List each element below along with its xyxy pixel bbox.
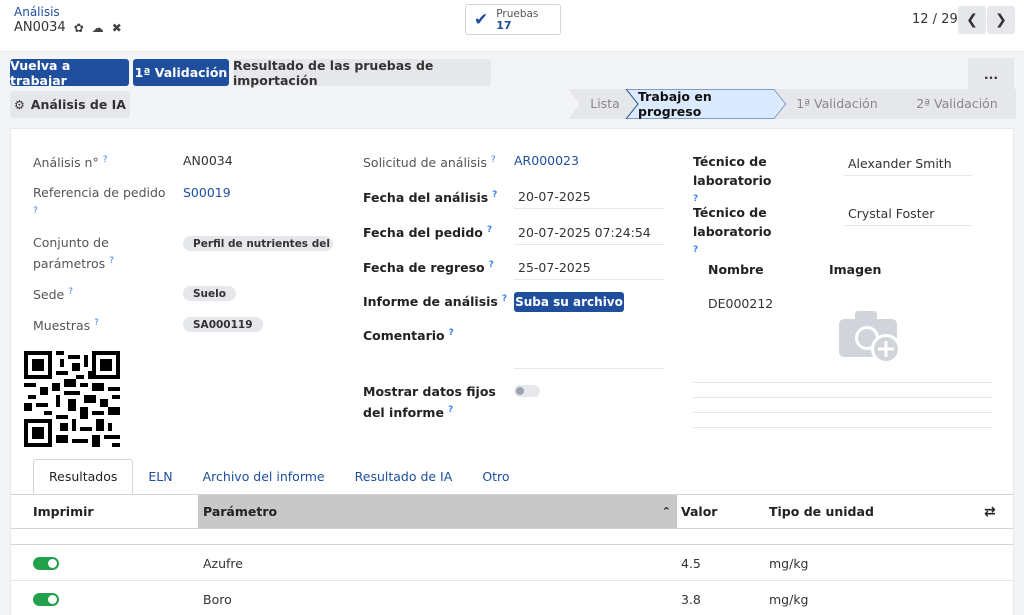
device-line-2 — [693, 397, 993, 398]
sort-up-icon: ⌃ — [661, 505, 671, 518]
fixed-data-label: Mostrar datos fijos del informe? — [363, 384, 496, 421]
results-table-header: Imprimir Parámetro ⌃ Valor Tipo de unida… — [11, 494, 1013, 529]
tech2-underline — [844, 225, 972, 226]
analysis-no-value: AN0034 — [183, 153, 233, 168]
order-ref-link[interactable]: S00019 — [183, 185, 231, 200]
analysis-date-input[interactable]: 20-07-2025 — [518, 189, 591, 204]
tab-other[interactable]: Otro — [467, 459, 524, 494]
tech1-value[interactable]: Alexander Smith — [848, 156, 952, 171]
tech2-label: Técnico de laboratorio? — [693, 205, 772, 255]
camera-add-icon[interactable] — [837, 307, 905, 365]
table-row[interactable]: Boro 3.8 mg/kg — [11, 581, 1013, 615]
return-date-label: Fecha de regreso? — [363, 260, 494, 276]
order-ref-label: Referencia de pedido? — [33, 185, 166, 216]
device-name-header: Nombre — [708, 262, 764, 277]
pager-next-button[interactable]: ❯ — [987, 6, 1015, 34]
row-value[interactable]: 3.8 — [681, 581, 701, 615]
upload-file-button[interactable]: Suba su archivo — [514, 292, 624, 312]
tab-ai-result[interactable]: Resultado de IA — [340, 459, 468, 494]
device-line-3 — [693, 412, 993, 413]
table-row[interactable]: Azufre 4.5 mg/kg — [11, 545, 1013, 581]
analysis-date-underline — [514, 208, 664, 209]
site-label: Sede? — [33, 287, 74, 303]
smart-button-text: Pruebas 17 — [496, 8, 538, 32]
more-button[interactable]: ... — [968, 58, 1014, 90]
chevron-right-icon: ❯ — [995, 12, 1007, 28]
order-date-label: Fecha del pedido? — [363, 225, 493, 241]
smart-button-count: 17 — [496, 18, 512, 32]
breadcrumb-app[interactable]: Análisis — [14, 5, 60, 19]
first-validation-button[interactable]: 1ª Validación — [133, 59, 229, 86]
control-panel: Análisis AN0034 ✿ ☁ ✖ ✔ Pruebas 17 12 / … — [0, 0, 1024, 52]
stage-first-validation[interactable]: 1ª Validación — [786, 89, 888, 118]
stage-second-validation[interactable]: 2ª Validación — [897, 89, 1017, 118]
device-line-4 — [693, 427, 993, 428]
device-image-header: Imagen — [829, 262, 882, 277]
record-name: AN0034 — [14, 20, 66, 35]
device-code[interactable]: DE000212 — [708, 296, 773, 311]
request-label: Solicitud de análisis? — [363, 155, 496, 171]
row-parameter: Boro — [203, 591, 232, 607]
tab-report-file[interactable]: Archivo del informe — [188, 459, 340, 494]
chevron-left-icon: ❮ — [966, 12, 978, 28]
return-date-input[interactable]: 25-07-2025 — [518, 260, 591, 275]
row-value[interactable]: 4.5 — [681, 545, 701, 581]
analysis-date-label: Fecha del análisis? — [363, 190, 498, 206]
param-set-tag[interactable]: Perfil de nutrientes del ... — [183, 236, 333, 251]
col-parameter-label: Parámetro — [203, 504, 278, 519]
row-parameter: Azufre — [203, 555, 243, 571]
col-print[interactable]: Imprimir — [33, 495, 94, 528]
print-toggle[interactable] — [33, 593, 59, 606]
row-unit: mg/kg — [769, 591, 809, 607]
stage-lista[interactable]: Lista — [580, 89, 630, 118]
samples-tag[interactable]: SA000119 — [183, 317, 263, 332]
ai-analysis-button[interactable]: ⚙ Análisis de IA — [10, 91, 130, 118]
breadcrumb-record: AN0034 ✿ ☁ ✖ — [14, 20, 122, 35]
comment-field[interactable] — [514, 368, 664, 369]
gear-icon[interactable]: ✿ — [74, 21, 84, 35]
tab-results[interactable]: Resultados — [33, 459, 134, 494]
order-date-underline — [514, 244, 664, 245]
col-value[interactable]: Valor — [681, 495, 717, 528]
col-unit[interactable]: Tipo de unidad — [769, 495, 874, 528]
form-sheet: Análisis n°? AN0034 Referencia de pedido… — [10, 128, 1014, 615]
pager-previous-button[interactable]: ❮ — [958, 6, 986, 34]
ai-icon: ⚙ — [14, 97, 25, 112]
comment-label: Comentario? — [363, 328, 454, 344]
device-line-1 — [693, 382, 993, 383]
site-tag[interactable]: Suelo — [183, 286, 236, 301]
smart-button-label: Pruebas — [496, 7, 539, 20]
close-icon[interactable]: ✖ — [112, 21, 122, 35]
analysis-no-label: Análisis n°? — [33, 155, 108, 171]
tab-eln[interactable]: ELN — [133, 459, 187, 494]
notebook-tabs: Resultados ELN Archivo del informe Resul… — [33, 459, 525, 494]
request-link[interactable]: AR000023 — [514, 153, 579, 168]
qr-code — [24, 351, 120, 447]
samples-label: Muestras? — [33, 318, 99, 334]
print-toggle[interactable] — [33, 557, 59, 570]
tech1-underline — [844, 175, 972, 176]
optional-columns-icon[interactable]: ⇄ — [984, 495, 996, 528]
fixed-data-toggle[interactable] — [514, 385, 540, 397]
check-icon: ✔ — [474, 9, 489, 30]
rework-button[interactable]: Vuelva a trabajar — [10, 58, 129, 88]
import-results-button[interactable]: Resultado de las pruebas de importación — [233, 58, 491, 88]
return-date-underline — [514, 279, 664, 280]
stage-work-in-progress[interactable]: Trabajo en progreso — [638, 89, 778, 119]
cloud-upload-icon[interactable]: ☁ — [92, 21, 104, 35]
col-parameter[interactable]: Parámetro ⌃ — [198, 495, 677, 528]
param-set-label: Conjunto de parámetros? — [33, 235, 114, 272]
tech2-value[interactable]: Crystal Foster — [848, 206, 934, 221]
order-date-input[interactable]: 20-07-2025 07:24:54 — [518, 225, 651, 240]
report-label: Informe de análisis? — [363, 294, 508, 310]
tests-smart-button[interactable]: ✔ Pruebas 17 — [465, 4, 561, 35]
row-unit: mg/kg — [769, 555, 809, 571]
pager-value[interactable]: 12 / 29 — [912, 12, 958, 27]
ai-analysis-label: Análisis de IA — [30, 97, 126, 112]
